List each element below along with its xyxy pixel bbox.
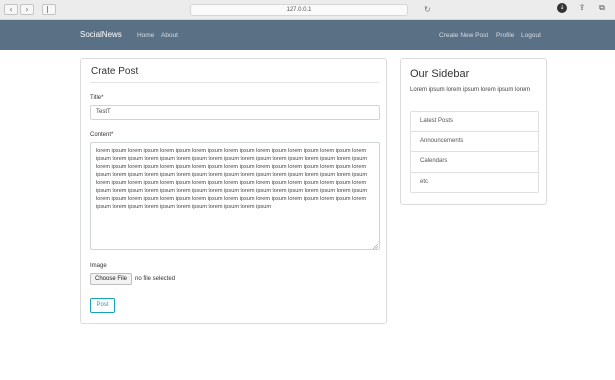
browser-toolbar: ‹ › 127.0.0.1 ↻ ↓ ⇪ ⧉	[0, 0, 615, 20]
create-post-card: Crate Post Title* TestT Content* lorem i…	[80, 58, 387, 324]
title-label: Title*	[90, 95, 104, 101]
resize-grip-icon[interactable]	[372, 243, 378, 249]
share-icon[interactable]: ⇪	[577, 3, 587, 13]
toolbar-right-icons: ↓ ⇪ ⧉	[557, 3, 607, 13]
page-title: Crate Post	[91, 66, 139, 77]
sidebar-list: Latest Posts Announcements Calendars etc	[410, 111, 539, 193]
app-navbar: SocialNews Home About Create New Post Pr…	[0, 20, 615, 50]
download-icon[interactable]: ↓	[557, 3, 567, 13]
sidebar-item-calendars[interactable]: Calendars	[410, 152, 539, 173]
address-bar[interactable]: 127.0.0.1	[190, 4, 408, 16]
reload-icon[interactable]: ↻	[424, 4, 431, 15]
divider	[90, 82, 379, 83]
file-status-text: no file selected	[135, 276, 176, 282]
content-label: Content*	[90, 132, 114, 138]
title-input[interactable]: TestT	[90, 105, 380, 120]
sidebar-title: Our Sidebar	[410, 68, 470, 80]
brand-link[interactable]: SocialNews	[80, 30, 122, 40]
sidebar-item-latest-posts[interactable]: Latest Posts	[410, 111, 539, 132]
sidebar-toggle-icon[interactable]	[42, 4, 56, 15]
nav-link-about[interactable]: About	[161, 31, 178, 40]
image-label: Image	[90, 263, 107, 269]
forward-button[interactable]: ›	[20, 4, 34, 15]
sidebar-item-announcements[interactable]: Announcements	[410, 131, 539, 152]
sidebar-item-etc[interactable]: etc	[410, 172, 539, 193]
back-button[interactable]: ‹	[4, 4, 18, 15]
choose-file-button[interactable]: Choose File	[90, 273, 132, 285]
tabs-icon[interactable]: ⧉	[597, 3, 607, 13]
nav-link-profile[interactable]: Profile	[496, 31, 514, 40]
content-textarea[interactable]: lorem ipsum lorem ipsum lorem ipsum lore…	[90, 142, 380, 250]
nav-link-create-post[interactable]: Create New Post	[439, 31, 488, 40]
history-nav: ‹ ›	[4, 4, 34, 15]
sidebar-text: Lorem ipsum lorem ipsum lorem ipsum lore…	[410, 87, 531, 93]
sidebar-card: Our Sidebar Lorem ipsum lorem ipsum lore…	[400, 58, 547, 205]
nav-link-home[interactable]: Home	[137, 31, 154, 40]
post-submit-button[interactable]: Post	[90, 298, 115, 313]
nav-link-logout[interactable]: Logout	[521, 31, 541, 40]
